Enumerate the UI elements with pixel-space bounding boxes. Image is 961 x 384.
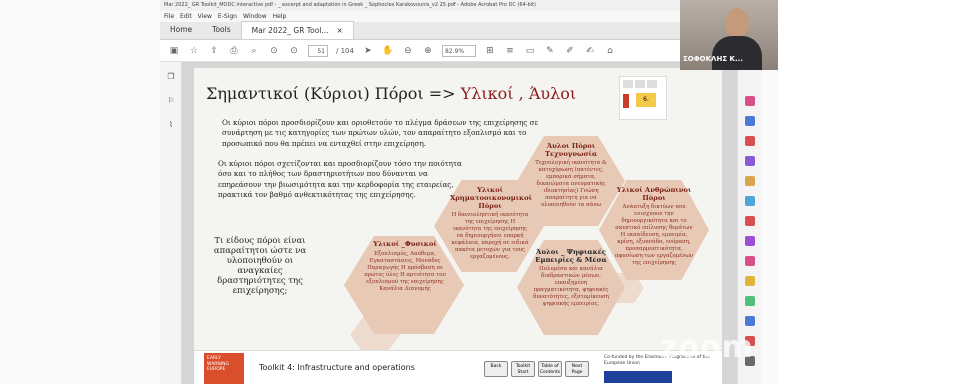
print-icon[interactable]: ⎙ xyxy=(228,45,240,57)
hex-digital: Άυλοι _ Ψηφιακές Εμπειρίες & Μέσα Πολυμέ… xyxy=(531,248,611,308)
figure-icon xyxy=(623,94,629,108)
combine-files-icon[interactable] xyxy=(745,196,755,206)
upload-icon[interactable]: ⇪ xyxy=(208,45,220,57)
hex-human: Υλικοί Ανθρώπινοι Πόροι Ανάπτυξη δικτύων… xyxy=(613,186,695,267)
participant-video: ΣΟΦΟΚΛΗΣ Κ... xyxy=(680,0,778,70)
select-arrow-icon[interactable]: ➤ xyxy=(362,45,374,57)
menu-window[interactable]: Window xyxy=(243,13,267,20)
create-pdf-icon[interactable] xyxy=(745,96,755,106)
organize-pages-icon[interactable] xyxy=(745,156,755,166)
next-page-button[interactable]: Next Page xyxy=(565,361,589,377)
title-main: Σημαντικοί (Κύριοι) Πόροι => xyxy=(206,84,461,103)
hand-tool-icon[interactable]: ✋ xyxy=(382,45,394,57)
second-paragraph: Οι κύριοι πόροι σχετίζονται και προσδιορ… xyxy=(218,159,462,200)
page-total: / 104 xyxy=(336,46,354,55)
hex-financial-title: Υλικοί Χρηματοοικονομικοί Πόροι xyxy=(450,186,532,210)
pdf-page: Σημαντικοί (Κύριοι) Πόροι => Υλικοί , Άυ… xyxy=(194,68,722,384)
draw-icon[interactable]: ✐ xyxy=(564,45,576,57)
hex-financial: Υλικοί Χρηματοοικονομικοί Πόροι Η δανειο… xyxy=(450,186,532,261)
scroll-mode-icon[interactable]: ≡ xyxy=(504,45,516,57)
tab-document[interactable]: Mar 2022_ GR Tool... × xyxy=(240,21,354,40)
hex-tech-text: Τεχνολογική ικανότητα & κατοχύρωση (πατέ… xyxy=(535,160,607,208)
fill-sign-icon[interactable] xyxy=(745,236,755,246)
page-down-icon[interactable]: ⊙ xyxy=(288,45,300,57)
sign-icon[interactable]: ✍ xyxy=(584,45,596,57)
menu-view[interactable]: View xyxy=(198,13,212,20)
hex-physical-text: Εξοπλισμός, Απόθεμα, Εγκαταστάσεις, Μονά… xyxy=(364,251,446,292)
close-icon[interactable]: × xyxy=(337,22,343,40)
zoom-level[interactable]: 82.9% xyxy=(441,44,476,57)
protect-icon[interactable] xyxy=(745,256,755,266)
tab-home[interactable]: Home xyxy=(160,21,202,39)
stamp-icon[interactable]: ⌂ xyxy=(604,45,616,57)
edit-pdf-icon[interactable] xyxy=(745,116,755,126)
illustration-card: 6. xyxy=(619,76,667,120)
hex-digital-text: Πολυμέσα και κανάλια διαδραστικών μέσων,… xyxy=(533,266,609,307)
menu-help[interactable]: Help xyxy=(273,13,287,20)
fit-page-icon[interactable]: ⊞ xyxy=(484,45,496,57)
card-grid-cell xyxy=(635,80,645,88)
eu-flag-icon xyxy=(604,371,672,383)
zoom-in-icon[interactable]: ⊕ xyxy=(422,45,434,57)
hex-physical-title: Υλικοί _Φυσικοί xyxy=(373,240,437,248)
comment-tool-icon[interactable] xyxy=(745,176,755,186)
blank-area xyxy=(778,0,961,384)
hex-financial-text: Η δανειοληπτική ικανότητα της επιχείρηση… xyxy=(451,212,529,260)
page-title: Σημαντικοί (Κύριοι) Πόροι => Υλικοί , Άυ… xyxy=(206,84,576,103)
bookmarks-icon[interactable]: ⚐ xyxy=(166,96,176,106)
left-navigation-panel: ❐ ⚐ ⌇ xyxy=(160,62,182,384)
hex-tech: Άυλοι Πόροι Τεχνογνωσία Τεχνολογική ικαν… xyxy=(531,142,611,209)
participant-body xyxy=(712,36,762,70)
back-button[interactable]: Back xyxy=(484,361,508,377)
hex-human-text: Ανάπτυξη δικτύων που ενισχύουν την δημιο… xyxy=(614,204,694,266)
send-review-icon[interactable] xyxy=(745,316,755,326)
window-title: Mar 2022_ GR Toolkit_MODC interactive pd… xyxy=(160,0,680,11)
toolkit-start-button[interactable]: Toolkit Start xyxy=(511,361,535,377)
menu-file[interactable]: File xyxy=(164,13,174,20)
request-signature-icon[interactable] xyxy=(745,276,755,286)
more-tools-icon[interactable] xyxy=(745,296,755,306)
menu-esign[interactable]: E-Sign xyxy=(218,13,237,20)
menu-edit[interactable]: Edit xyxy=(180,13,192,20)
hex-tech-title: Άυλοι Πόροι Τεχνογνωσία xyxy=(544,142,598,158)
title-highlight: Υλικοί , Άυλοι xyxy=(460,84,577,103)
highlight-icon[interactable]: ✎ xyxy=(544,45,556,57)
save-icon[interactable]: ▣ xyxy=(168,45,180,57)
hex-digital-title: Άυλοι _ Ψηφιακές Εμπειρίες & Μέσα xyxy=(535,248,607,264)
card-grid-cell xyxy=(623,80,633,88)
export-pdf-icon[interactable] xyxy=(745,136,755,146)
bookmark-icon[interactable]: ☆ xyxy=(188,45,200,57)
page-footer: EARLY WARNING EUROPE Toolkit 4: Infrastr… xyxy=(194,350,722,384)
early-warning-logo: EARLY WARNING EUROPE xyxy=(204,353,244,384)
toolbar: ▣ ☆ ⇪ ⎙ ⌕ ⊙ ⊙ 51 / 104 ➤ ✋ ⊖ ⊕ 82.9% ⊞ ≡… xyxy=(160,40,680,62)
hex-physical: Υλικοί _Φυσικοί Εξοπλισμός, Απόθεμα, Εγκ… xyxy=(362,240,448,293)
question-heading: Τι είδους πόροι είναι απαραίτητοι ώστε ν… xyxy=(213,236,307,296)
hex-human-title: Υλικοί Ανθρώπινοι Πόροι xyxy=(616,186,692,202)
card-grid-cell xyxy=(647,80,657,88)
tab-document-label: Mar 2022_ GR Tool... xyxy=(251,25,329,35)
thumbnails-icon[interactable]: ❐ xyxy=(166,72,176,82)
compress-pdf-icon[interactable] xyxy=(745,216,755,226)
comment-icon[interactable]: ▭ xyxy=(524,45,536,57)
table-of-contents-button[interactable]: Table of Contents xyxy=(538,361,562,377)
zoom-watermark: zoom xyxy=(660,330,754,365)
toolkit-label: Toolkit 4: Infrastructure and operations xyxy=(259,363,415,372)
zoom-out-icon[interactable]: ⊖ xyxy=(402,45,414,57)
tab-bar: Home Tools Mar 2022_ GR Tool... × xyxy=(160,21,680,40)
page-number-input[interactable]: 51 xyxy=(308,44,328,57)
participant-name: ΣΟΦΟΚΛΗΣ Κ... xyxy=(683,55,743,63)
page-up-icon[interactable]: ⊙ xyxy=(268,45,280,57)
card-number: 6. xyxy=(636,93,656,107)
search-icon[interactable]: ⌕ xyxy=(248,45,260,57)
participant-head xyxy=(725,8,749,38)
tab-tools[interactable]: Tools xyxy=(202,21,240,39)
attachments-icon[interactable]: ⌇ xyxy=(166,120,176,130)
intro-paragraph: Οι κύριοι πόροι προσδιορίζουν και οριοθε… xyxy=(222,118,539,148)
document-viewer[interactable]: Σημαντικοί (Κύριοι) Πόροι => Υλικοί , Άυ… xyxy=(182,62,737,384)
